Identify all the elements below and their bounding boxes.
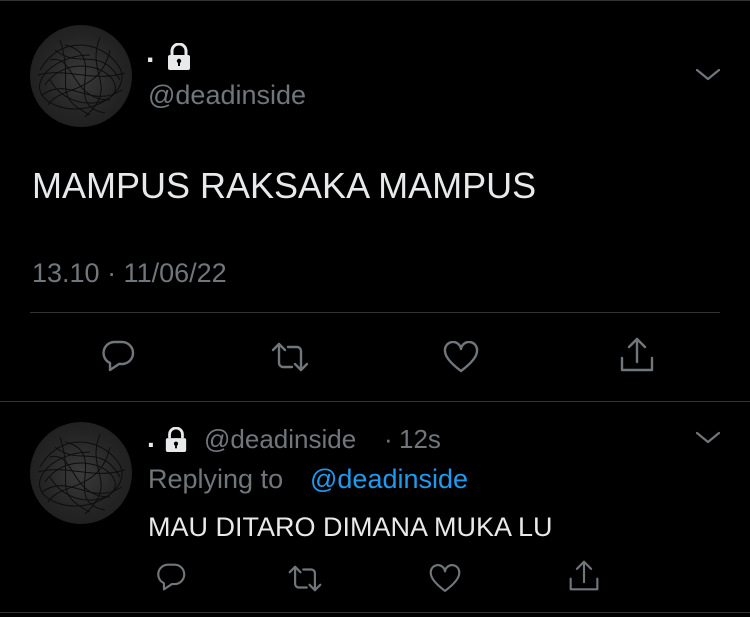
top-border bbox=[0, 0, 750, 1]
reply-separator: · bbox=[384, 424, 393, 454]
reply-comment-icon[interactable] bbox=[155, 562, 187, 592]
display-name[interactable]: . bbox=[146, 38, 154, 68]
reply-time[interactable]: 12s bbox=[399, 425, 441, 453]
lock-icon bbox=[166, 43, 192, 71]
reply-user-handle[interactable]: @deadinside bbox=[204, 425, 356, 453]
reply-retweet-icon[interactable] bbox=[287, 564, 323, 593]
retweet-icon[interactable] bbox=[270, 341, 310, 373]
replying-to-label: Replying to bbox=[148, 464, 284, 494]
tweet-text: MAMPUS RAKSAKA MAMPUS bbox=[32, 165, 537, 206]
share-icon[interactable] bbox=[619, 336, 655, 374]
heart-icon[interactable] bbox=[443, 341, 479, 373]
reply-heart-icon[interactable] bbox=[429, 564, 461, 593]
section-divider bbox=[0, 401, 750, 402]
reply-lock-icon bbox=[164, 427, 188, 453]
chevron-down-icon[interactable] bbox=[694, 67, 722, 83]
replying-to-handle[interactable]: @deadinside bbox=[310, 464, 468, 494]
reply-share-icon[interactable] bbox=[568, 559, 600, 593]
bottom-divider bbox=[0, 612, 750, 613]
tweet-timestamp[interactable]: 13.10 · 11/06/22 bbox=[32, 257, 227, 289]
comment-icon[interactable] bbox=[100, 339, 136, 373]
divider bbox=[30, 312, 720, 313]
reply-display-name[interactable]: . bbox=[147, 424, 155, 452]
reply-chevron-down-icon[interactable] bbox=[694, 430, 722, 446]
user-handle[interactable]: @deadinside bbox=[148, 80, 306, 110]
reply-avatar[interactable] bbox=[30, 422, 132, 524]
avatar[interactable] bbox=[30, 25, 132, 127]
reply-text: MAU DITARO DIMANA MUKA LU bbox=[148, 512, 553, 542]
